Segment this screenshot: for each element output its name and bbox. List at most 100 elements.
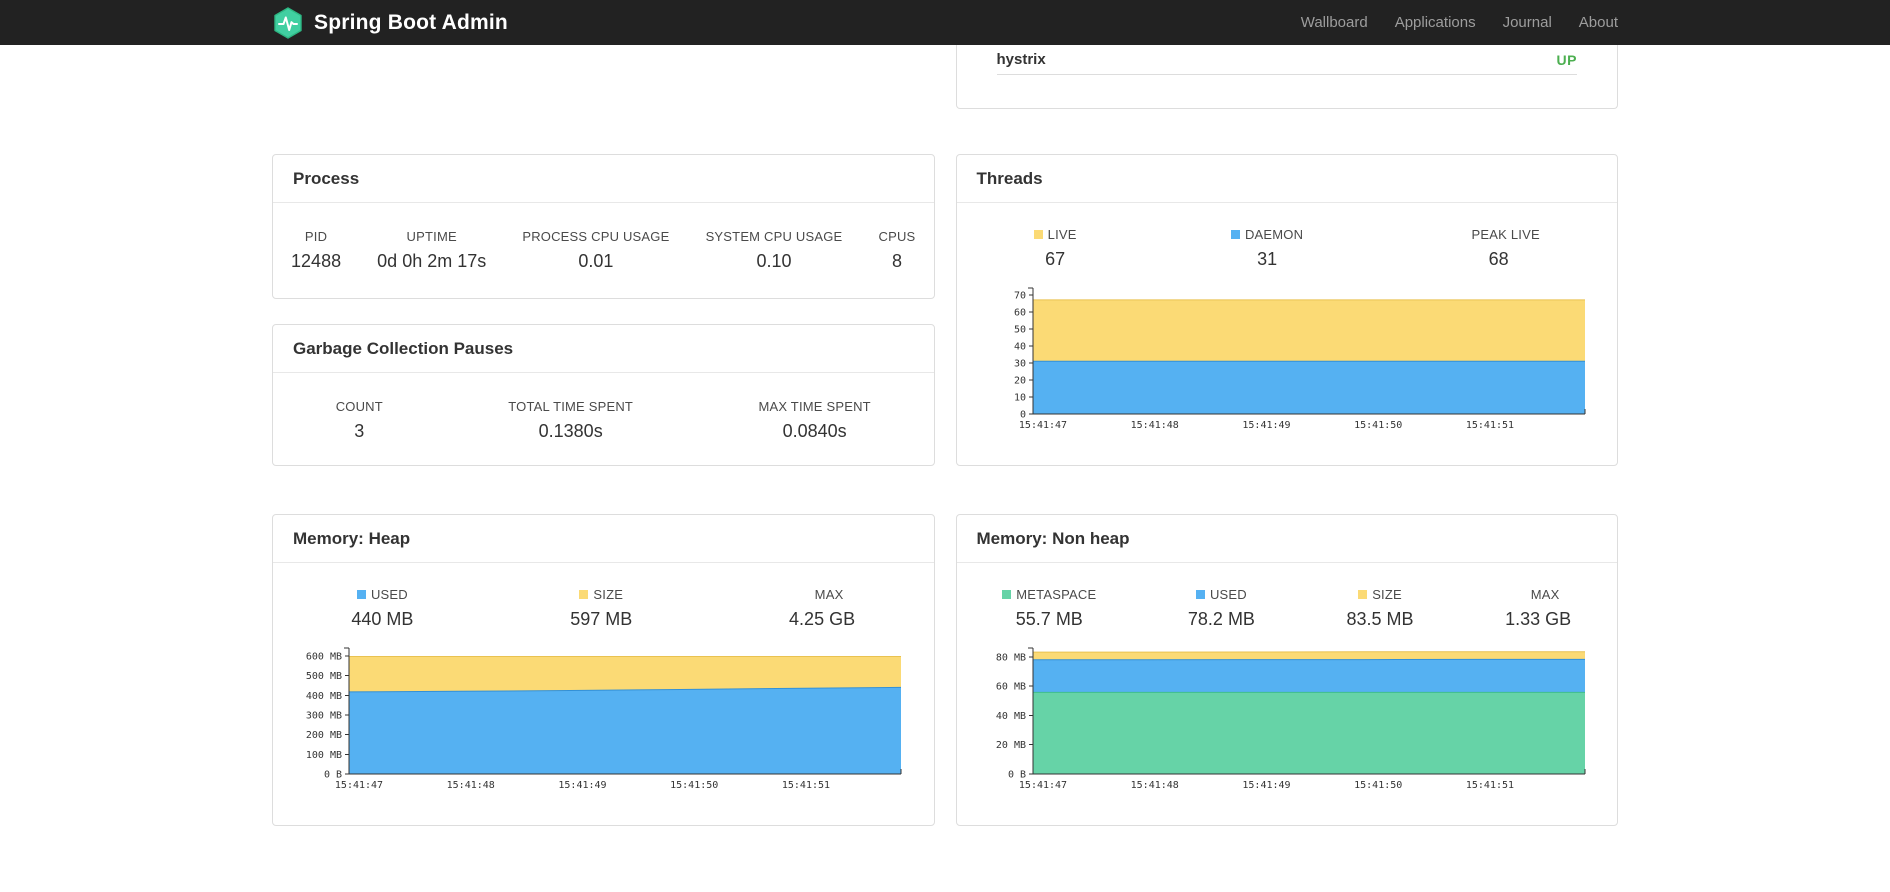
legend-value: 68 <box>1488 249 1509 269</box>
svg-text:15:41:47: 15:41:47 <box>1018 420 1066 431</box>
nav-wallboard[interactable]: Wallboard <box>1301 14 1368 31</box>
brand-link[interactable]: Spring Boot Admin <box>272 6 508 39</box>
svg-text:15:41:48: 15:41:48 <box>1130 780 1178 791</box>
svg-text:60: 60 <box>1013 307 1025 318</box>
svg-text:15:41:47: 15:41:47 <box>1018 780 1066 791</box>
spring-boot-admin-logo-icon <box>274 6 302 39</box>
legend-label: LIVE <box>1033 227 1077 242</box>
stat-process-cpu-usage: PROCESS CPU USAGE 0.01 <box>522 229 669 272</box>
legend-item-max: MAX 1.33 GB <box>1505 587 1571 630</box>
svg-text:80 MB: 80 MB <box>995 652 1025 663</box>
stat-system-cpu-usage: SYSTEM CPU USAGE 0.10 <box>706 229 843 272</box>
process-card: Process PID 12488 UPTIME 0d 0h 2m 17s PR… <box>272 154 935 299</box>
threads-card: Threads LIVE 67 DAEMON 31 PEAK LIVE 68 0… <box>955 154 1618 466</box>
stat-label: TOTAL TIME SPENT <box>508 399 634 414</box>
process-card-title: Process <box>273 155 934 203</box>
legend-item-max: MAX 4.25 GB <box>789 587 855 630</box>
application-status-badge: UP <box>1556 51 1577 68</box>
legend-value: 597 MB <box>570 609 633 629</box>
legend-item-size: SIZE 83.5 MB <box>1347 587 1414 630</box>
stat-label: CPUS <box>878 229 916 244</box>
legend-label: DAEMON <box>1230 227 1303 242</box>
memory-nonheap-card-title: Memory: Non heap <box>956 515 1617 563</box>
nonheap-chart-wrap: 0 B 20 MB 40 MB 60 MB 80 MB 15:41:47 15:41:48 1… <box>957 642 1618 794</box>
stat-label: PROCESS CPU USAGE <box>522 229 670 244</box>
svg-text:100 MB: 100 MB <box>306 750 342 761</box>
nav-journal[interactable]: Journal <box>1503 14 1552 31</box>
brand-title: Spring Boot Admin <box>314 10 508 34</box>
right-column: hystrix UP Threads LIVE 67 DAEMON 31 PEA… <box>955 45 1618 826</box>
threads-chart-wrap: 0 10 20 30 40 50 60 70 15:41:47 15:41:48 15:41:49 1… <box>957 282 1618 434</box>
svg-text:60 MB: 60 MB <box>995 682 1025 693</box>
legend-label: USED <box>351 587 413 602</box>
main-content: Process PID 12488 UPTIME 0d 0h 2m 17s PR… <box>272 45 1618 826</box>
navbar-inner: Spring Boot Admin Wallboard Applications… <box>272 0 1618 45</box>
nav-links: Wallboard Applications Journal About <box>1301 14 1618 31</box>
svg-text:300 MB: 300 MB <box>306 710 342 721</box>
stat-value: 0d 0h 2m 17s <box>377 251 487 271</box>
threads-card-title: Threads <box>956 155 1617 203</box>
daemon-swatch-icon <box>1230 230 1240 239</box>
svg-text:15:41:51: 15:41:51 <box>1465 420 1513 431</box>
svg-text:15:41:49: 15:41:49 <box>558 780 606 791</box>
stat-value: 0.0840s <box>782 421 847 441</box>
garbage-collection-card: Garbage Collection Pauses COUNT 3 TOTAL … <box>272 324 935 466</box>
stat-label: PID <box>304 229 328 244</box>
stat-value: 12488 <box>291 251 342 271</box>
nav-about[interactable]: About <box>1579 14 1618 31</box>
svg-text:200 MB: 200 MB <box>306 730 342 741</box>
stat-label: SYSTEM CPU USAGE <box>705 229 843 244</box>
legend-item-size: SIZE 597 MB <box>570 587 632 630</box>
application-row-hystrix[interactable]: hystrix UP <box>996 45 1577 75</box>
navbar: Spring Boot Admin Wallboard Applications… <box>0 0 1890 45</box>
threads-area-chart: 0 10 20 30 40 50 60 70 15:41:47 15:41:48 15:41:49 1… <box>1013 287 1585 431</box>
legend-label: SIZE <box>570 587 632 602</box>
legend-item-metaspace: METASPACE 55.7 MB <box>1002 587 1096 630</box>
stat-label: UPTIME <box>406 229 457 244</box>
stat-value: 0.1380s <box>538 421 603 441</box>
left-column: Process PID 12488 UPTIME 0d 0h 2m 17s PR… <box>272 45 935 826</box>
svg-text:15:41:50: 15:41:50 <box>1354 780 1402 791</box>
legend-item-used: USED 440 MB <box>351 587 413 630</box>
svg-text:400 MB: 400 MB <box>306 691 342 702</box>
legend-value: 440 MB <box>351 609 414 629</box>
svg-text:20 MB: 20 MB <box>995 740 1025 751</box>
svg-text:15:41:50: 15:41:50 <box>1354 420 1402 431</box>
svg-text:15:41:47: 15:41:47 <box>335 780 383 791</box>
stat-label: MAX TIME SPENT <box>758 399 871 414</box>
used-swatch-icon <box>1195 590 1205 599</box>
svg-text:30: 30 <box>1013 358 1025 369</box>
legend-label: MAX <box>1530 587 1560 602</box>
svg-text:15:41:49: 15:41:49 <box>1242 420 1290 431</box>
svg-text:500 MB: 500 MB <box>306 671 342 682</box>
stat-cpus: CPUS 8 <box>878 229 915 272</box>
metaspace-swatch-icon <box>1002 590 1012 599</box>
nav-applications[interactable]: Applications <box>1395 14 1476 31</box>
heap-area-chart: 0 B 100 MB 200 MB 300 MB 400 MB 500 MB 600 MB 1… <box>306 647 902 791</box>
memory-heap-card-title: Memory: Heap <box>273 515 934 563</box>
legend-item-live: LIVE 67 <box>1033 227 1077 270</box>
size-swatch-icon <box>1358 590 1368 599</box>
legend-label: PEAK LIVE <box>1471 227 1540 242</box>
legend-value: 83.5 MB <box>1346 609 1414 629</box>
svg-text:0: 0 <box>1019 410 1025 421</box>
legend-value: 67 <box>1045 249 1066 269</box>
legend-value: 55.7 MB <box>1015 609 1083 629</box>
legend-item-daemon: DAEMON 31 <box>1230 227 1303 270</box>
nonheap-legend: METASPACE 55.7 MB USED 78.2 MB SIZE 83.5… <box>957 563 1618 630</box>
svg-text:50: 50 <box>1013 324 1025 335</box>
heap-legend: USED 440 MB SIZE 597 MB MAX 4.25 GB <box>273 563 934 630</box>
svg-text:15:41:48: 15:41:48 <box>447 780 495 791</box>
svg-text:15:41:49: 15:41:49 <box>1242 780 1290 791</box>
legend-value: 31 <box>1257 249 1278 269</box>
stat-label: COUNT <box>335 399 383 414</box>
gc-card-title: Garbage Collection Pauses <box>273 325 934 373</box>
legend-item-used: USED 78.2 MB <box>1188 587 1255 630</box>
stat-pid: PID 12488 <box>291 229 341 272</box>
svg-text:70: 70 <box>1013 290 1025 301</box>
process-stats: PID 12488 UPTIME 0d 0h 2m 17s PROCESS CP… <box>273 203 934 272</box>
gc-stats: COUNT 3 TOTAL TIME SPENT 0.1380s MAX TIM… <box>273 373 934 442</box>
left-spacer <box>272 45 935 154</box>
legend-label: SIZE <box>1347 587 1414 602</box>
svg-text:40: 40 <box>1013 341 1025 352</box>
